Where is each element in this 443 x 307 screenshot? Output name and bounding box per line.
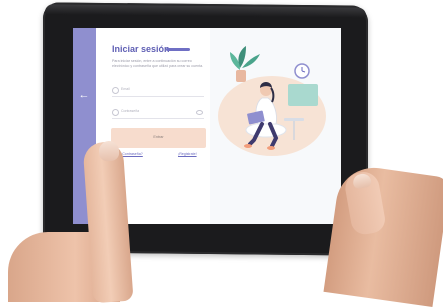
email-placeholder: Email <box>121 87 130 91</box>
photo-scene: ← Iniciar sesión Para iniciar sesión, en… <box>0 0 443 307</box>
user-icon <box>112 87 119 94</box>
login-button[interactable]: Entrar <box>111 128 206 148</box>
lock-icon <box>112 109 119 116</box>
register-link[interactable]: ¡Registrate! <box>178 152 197 156</box>
email-field[interactable]: Email <box>112 84 204 97</box>
page-title: Iniciar sesión <box>112 44 170 54</box>
right-hand <box>323 162 443 307</box>
login-button-label: Entrar <box>153 135 164 139</box>
left-fingernail <box>98 140 120 162</box>
arrow-left-icon[interactable]: ← <box>77 88 91 102</box>
eye-icon[interactable] <box>196 110 203 115</box>
title-underline <box>166 48 190 51</box>
password-placeholder: Contraseña <box>121 109 140 113</box>
person-laptop-illustration <box>218 46 326 156</box>
forgot-password-link[interactable]: ¿Contraseña? <box>120 152 143 156</box>
login-instructions: Para iniciar sesión, entre a continuació… <box>112 59 204 68</box>
password-field[interactable]: Contraseña <box>112 106 204 119</box>
tablet-bezel-highlight <box>45 4 366 18</box>
